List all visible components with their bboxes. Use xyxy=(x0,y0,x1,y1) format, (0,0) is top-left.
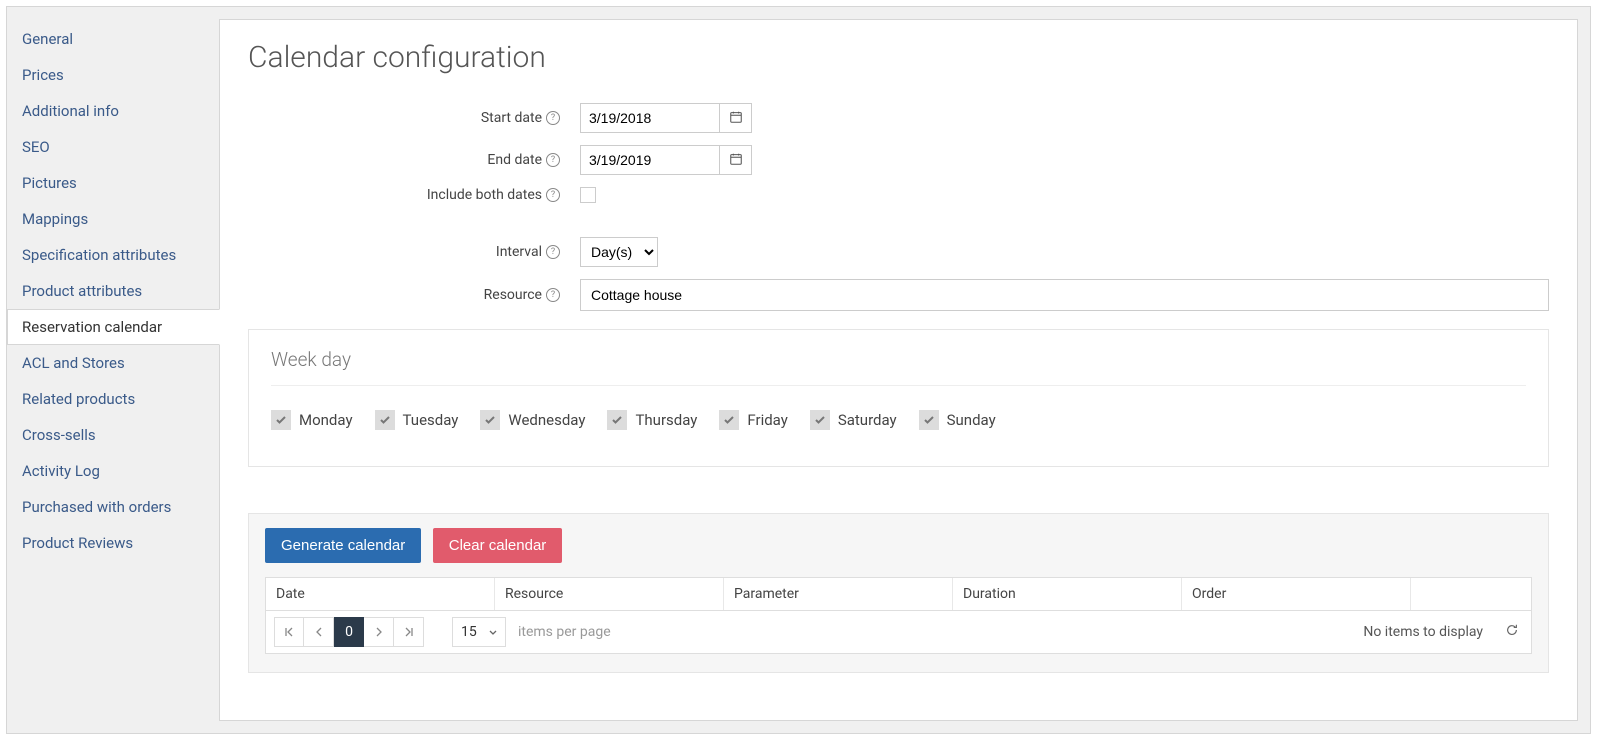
sidebar-item-mappings[interactable]: Mappings xyxy=(7,201,219,237)
weekday-friday[interactable]: Friday xyxy=(719,410,787,430)
sidebar-item-cross-sells[interactable]: Cross-sells xyxy=(7,417,219,453)
interval-select[interactable]: Day(s) xyxy=(580,237,658,267)
app-frame: General Prices Additional info SEO Pictu… xyxy=(6,6,1591,734)
row-resource: Resource ? xyxy=(248,279,1549,311)
weekday-label: Tuesday xyxy=(403,411,459,429)
pager-prev-button[interactable] xyxy=(304,617,334,647)
grid-col-actions xyxy=(1411,578,1531,610)
sidebar-item-product-attributes[interactable]: Product attributes xyxy=(7,273,219,309)
help-icon[interactable]: ? xyxy=(546,111,560,125)
label-resource-text: Resource xyxy=(484,287,542,303)
weekday-label: Thursday xyxy=(635,411,697,429)
row-include-both: Include both dates ? xyxy=(248,187,1549,203)
chevron-down-icon xyxy=(489,624,497,640)
grid-col-parameter[interactable]: Parameter xyxy=(724,578,953,610)
row-end-date: End date ? xyxy=(248,145,1549,175)
weekday-thursday[interactable]: Thursday xyxy=(607,410,697,430)
pager-first-button[interactable] xyxy=(274,617,304,647)
refresh-icon xyxy=(1505,623,1519,641)
grid-pager: 0 15 items per page xyxy=(266,611,1531,653)
sidebar-item-product-reviews[interactable]: Product Reviews xyxy=(7,525,219,561)
resource-input[interactable] xyxy=(580,279,1549,311)
checkbox-icon xyxy=(480,410,500,430)
label-interval-text: Interval xyxy=(496,244,542,260)
row-interval: Interval ? Day(s) xyxy=(248,237,1549,267)
checkbox-icon xyxy=(271,410,291,430)
weekday-label: Monday xyxy=(299,411,353,429)
first-page-icon xyxy=(284,625,294,640)
sidebar-item-reservation-calendar[interactable]: Reservation calendar xyxy=(7,309,220,345)
sidebar-item-purchased-with-orders[interactable]: Purchased with orders xyxy=(7,489,219,525)
help-icon[interactable]: ? xyxy=(546,153,560,167)
weekday-label: Wednesday xyxy=(508,411,585,429)
end-date-input[interactable] xyxy=(580,145,720,175)
grid-header: Date Resource Parameter Duration Order xyxy=(266,578,1531,611)
clear-calendar-button[interactable]: Clear calendar xyxy=(433,528,563,563)
weekday-saturday[interactable]: Saturday xyxy=(810,410,897,430)
label-start-date-text: Start date xyxy=(481,110,542,126)
next-page-icon xyxy=(375,625,383,640)
grid-col-order[interactable]: Order xyxy=(1182,578,1411,610)
help-icon[interactable]: ? xyxy=(546,188,560,202)
label-resource: Resource ? xyxy=(248,287,566,303)
weekday-sunday[interactable]: Sunday xyxy=(919,410,996,430)
calendar-icon xyxy=(729,152,743,169)
grid-col-duration[interactable]: Duration xyxy=(953,578,1182,610)
pager-last-button[interactable] xyxy=(394,617,424,647)
weekday-panel: Week day Monday Tuesday Wednesday Thursd… xyxy=(248,329,1549,467)
sidebar-item-seo[interactable]: SEO xyxy=(7,129,219,165)
prev-page-icon xyxy=(315,625,323,640)
generate-calendar-button[interactable]: Generate calendar xyxy=(265,528,421,563)
label-end-date: End date ? xyxy=(248,152,566,168)
checkbox-icon xyxy=(607,410,627,430)
help-icon[interactable]: ? xyxy=(546,288,560,302)
grid-col-resource[interactable]: Resource xyxy=(495,578,724,610)
label-interval: Interval ? xyxy=(248,244,566,260)
pager-next-button[interactable] xyxy=(364,617,394,647)
checkbox-icon xyxy=(375,410,395,430)
items-per-page-label: items per page xyxy=(518,624,611,640)
label-include-both: Include both dates ? xyxy=(248,187,566,203)
action-bar: Generate calendar Clear calendar Date Re… xyxy=(248,513,1549,673)
sidebar-item-specification-attributes[interactable]: Specification attributes xyxy=(7,237,219,273)
sidebar-item-prices[interactable]: Prices xyxy=(7,57,219,93)
include-both-checkbox[interactable] xyxy=(580,187,596,203)
last-page-icon xyxy=(404,625,414,640)
label-include-both-text: Include both dates xyxy=(427,187,542,203)
sidebar-item-activity-log[interactable]: Activity Log xyxy=(7,453,219,489)
pager-refresh-button[interactable] xyxy=(1501,621,1523,643)
label-start-date: Start date ? xyxy=(248,110,566,126)
weekday-label: Saturday xyxy=(838,411,897,429)
sidebar-item-pictures[interactable]: Pictures xyxy=(7,165,219,201)
pager-status: No items to display xyxy=(1363,624,1483,640)
sidebar-item-related-products[interactable]: Related products xyxy=(7,381,219,417)
weekday-panel-title: Week day xyxy=(271,348,1526,386)
weekday-tuesday[interactable]: Tuesday xyxy=(375,410,459,430)
grid-col-date[interactable]: Date xyxy=(266,578,495,610)
start-date-picker-button[interactable] xyxy=(720,103,752,133)
help-icon[interactable]: ? xyxy=(546,245,560,259)
weekday-monday[interactable]: Monday xyxy=(271,410,353,430)
weekday-wednesday[interactable]: Wednesday xyxy=(480,410,585,430)
weekday-label: Friday xyxy=(747,411,787,429)
page-size-select[interactable]: 15 xyxy=(452,617,506,647)
calendar-grid: Date Resource Parameter Duration Order 0 xyxy=(265,577,1532,654)
sidebar-item-acl-stores[interactable]: ACL and Stores xyxy=(7,345,219,381)
page-size-value: 15 xyxy=(461,624,477,640)
row-start-date: Start date ? xyxy=(248,103,1549,133)
calendar-icon xyxy=(729,110,743,127)
checkbox-icon xyxy=(919,410,939,430)
checkbox-icon xyxy=(810,410,830,430)
main-panel: Calendar configuration Start date ? xyxy=(219,19,1578,721)
weekday-label: Sunday xyxy=(947,411,996,429)
sidebar: General Prices Additional info SEO Pictu… xyxy=(7,7,219,733)
pager-current-page: 0 xyxy=(334,617,364,647)
start-date-input[interactable] xyxy=(580,103,720,133)
checkbox-icon xyxy=(719,410,739,430)
page-title: Calendar configuration xyxy=(248,40,1549,75)
sidebar-item-general[interactable]: General xyxy=(7,21,219,57)
sidebar-item-additional-info[interactable]: Additional info xyxy=(7,93,219,129)
end-date-picker-button[interactable] xyxy=(720,145,752,175)
label-end-date-text: End date xyxy=(487,152,542,168)
